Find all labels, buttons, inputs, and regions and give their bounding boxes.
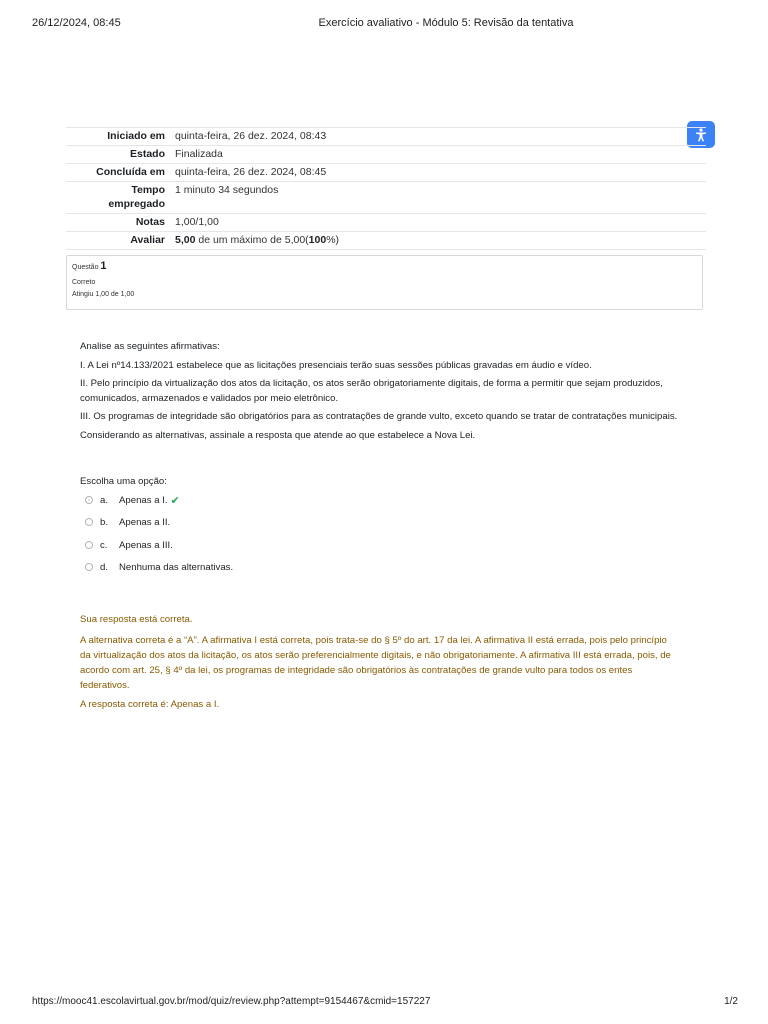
option-c[interactable]: c. Apenas a III. [85, 538, 173, 552]
statement-iii: III. Os programas de integridade são obr… [80, 411, 678, 422]
statement-i: I. A Lei nº14.133/2021 estabelece que as… [80, 359, 592, 371]
grade-max-text: de um máximo de 5,00( [195, 234, 309, 246]
time-label-line2: empregado [108, 198, 165, 210]
grade-label: Avaliar [130, 234, 165, 246]
option-d-text: Nenhuma das alternativas. [119, 561, 234, 573]
statement-ii: II. Pelo princípio da virtualização dos … [80, 378, 663, 404]
option-a-letter: a. [100, 494, 109, 506]
grade-value: 5,00 de um máximo de 5,00(100%) [171, 232, 706, 250]
print-footer: https://mooc41.escolavirtual.gov.br/mod/… [0, 996, 768, 1010]
option-c-letter: c. [100, 539, 108, 551]
started-value: quinta-feira, 26 dez. 2024, 08:43 [175, 130, 327, 142]
print-page-number: 1/2 [724, 996, 738, 1007]
option-b-letter: b. [100, 516, 109, 528]
question-status: Correto [72, 279, 96, 286]
question-number: Questão 1 [72, 260, 697, 274]
feedback-right-answer: A resposta correta é: Apenas a I. [80, 699, 220, 710]
time-label-line1: Tempo [131, 184, 165, 196]
option-a-text: Apenas a I. [119, 494, 168, 506]
grade-percent-sign: %) [326, 234, 340, 246]
attempt-summary-table: Iniciado em quinta-feira, 26 dez. 2024, … [66, 127, 706, 250]
time-taken-label: Tempo empregado [66, 182, 171, 214]
summary-row-time: Tempo empregado 1 minuto 34 segundos [66, 181, 706, 214]
question-closing: Considerando as alternativas, assinale a… [80, 429, 476, 441]
feedback-status: Sua resposta está correta. [80, 614, 193, 625]
time-taken-value: 1 minuto 34 segundos [175, 184, 279, 196]
option-d-letter: d. [100, 561, 109, 573]
grade-score: 5,00 [175, 234, 196, 246]
print-page-title: Exercício avaliativo - Módulo 5: Revisão… [318, 17, 574, 29]
question-info-box: Questão 1 Correto Atingiu 1,00 de 1,00 [66, 255, 703, 310]
feedback-general: A alternativa correta é a “A”. A afirmat… [80, 635, 671, 691]
marks-value: 1,00/1,00 [175, 216, 219, 228]
option-a[interactable]: a. Apenas a I. ✔ [85, 493, 180, 507]
print-header: 26/12/2024, 08:45 Exercício avaliativo -… [0, 17, 768, 31]
print-url: https://mooc41.escolavirtual.gov.br/mod/… [32, 996, 431, 1007]
summary-row-completed: Concluída em quinta-feira, 26 dez. 2024,… [66, 163, 706, 182]
summary-row-state: Estado Finalizada [66, 145, 706, 164]
radio-b[interactable] [85, 518, 93, 526]
radio-d[interactable] [85, 563, 93, 571]
question-text: Analise as seguintes afirmativas: I. A L… [80, 340, 680, 447]
question-intro: Analise as seguintes afirmativas: [80, 341, 220, 352]
option-d[interactable]: d. Nenhuma das alternativas. [85, 560, 233, 574]
feedback-block: Sua resposta está correta. A alternativa… [80, 612, 678, 716]
radio-a[interactable] [85, 496, 93, 504]
summary-row-started: Iniciado em quinta-feira, 26 dez. 2024, … [66, 127, 706, 146]
marks-label: Notas [135, 216, 165, 228]
answer-prompt: Escolha uma opção: [80, 476, 167, 487]
question-label: Questão [72, 264, 101, 271]
radio-c[interactable] [85, 541, 93, 549]
state-label: Estado [129, 148, 165, 160]
option-c-text: Apenas a III. [119, 539, 173, 551]
started-label: Iniciado em [107, 130, 165, 142]
option-b[interactable]: b. Apenas a II. [85, 515, 170, 529]
grade-percent: 100 [308, 234, 327, 246]
check-icon: ✔ [170, 494, 180, 507]
summary-row-marks: Notas 1,00/1,00 [66, 213, 706, 232]
question-mark: Atingiu 1,00 de 1,00 [72, 291, 135, 298]
state-value: Finalizada [175, 148, 223, 160]
completed-label: Concluída em [96, 166, 165, 178]
option-b-text: Apenas a II. [119, 516, 171, 528]
completed-value: quinta-feira, 26 dez. 2024, 08:45 [175, 166, 327, 178]
question-number-value: 1 [100, 260, 107, 272]
summary-row-grade: Avaliar 5,00 de um máximo de 5,00(100%) [66, 231, 706, 250]
